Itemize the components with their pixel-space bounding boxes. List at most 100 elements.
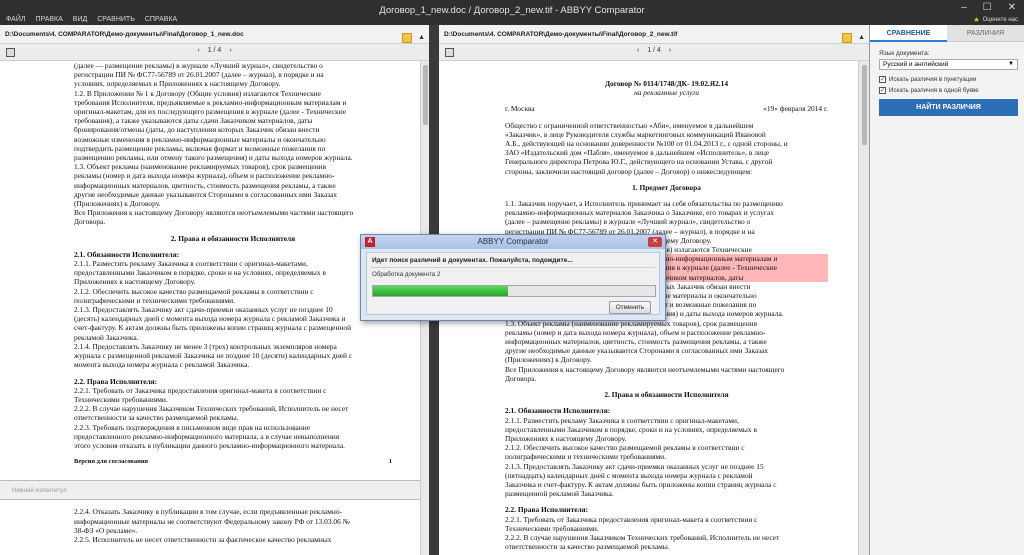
single-letter-checkbox-row[interactable]: ✓ Искать различия в одной букве [879,87,1024,94]
prev-page-icon[interactable]: ‹ [197,47,199,54]
document-line: 2.1.1. Разместить рекламу Заказчика в со… [505,415,739,425]
menu-compare[interactable]: СРАВНИТЬ [97,14,135,25]
progress-bar-fill [373,286,509,296]
punctuation-checkbox-row[interactable]: ✓ Искать различия в пунктуации [879,76,1024,83]
document-line: 1.3. Объект рекламы (наименование реклам… [74,162,327,172]
document-line: предоставленного рекламно-информационног… [74,431,340,441]
document-line: информационных материалов, цветность, ст… [74,180,336,190]
right-page-indicator: 1 / 4 [647,47,661,54]
maximize-button[interactable]: ☐ [983,2,992,13]
close-button[interactable]: ✕ [1008,2,1016,13]
left-nav-bar: ‹ 1 / 4 › [0,44,429,61]
language-label: Язык документа: [879,50,930,57]
document-line: требования), а также указываются даты сд… [74,116,313,126]
contract-city: г. Москва [505,104,535,114]
document-line: журнала с размещенной рекламой Заказчика… [74,351,353,361]
rate-us[interactable]: ★ Оцените нас [973,16,1018,24]
menu-help[interactable]: СПРАВКА [145,14,177,25]
document-line: (Приложениях) к Договору. [505,355,592,365]
document-line: ЗАО «Издательский дом «Пабля», именуемое… [505,148,770,158]
document-line: «Заказчик», в лице Руководителя службы м… [505,129,766,139]
document-line: информационные материалы не соответствую… [74,516,350,526]
document-line: 38-ФЗ «О рекламе». [74,525,138,535]
app-window: Договор_1_new.doc / Договор_2_new.tif - … [0,0,1024,555]
next-page-icon[interactable]: › [229,47,231,54]
progress-bar [372,285,656,297]
document-line: 2.1. Обязанности Исполнителя: [74,249,180,259]
document-line: 2.1.3. Предоставлять Заказчику акт сдачи… [74,305,333,315]
document-line: другие необходимые данные указываются Ст… [505,346,769,356]
document-line: 2.2.4. Отказать Заказчику в публикации в… [74,507,342,517]
document-line: рекламы (номер и дата выхода номера журн… [74,171,335,181]
save-icon[interactable] [445,48,454,57]
right-nav-bar: ‹ 1 / 4 › [439,44,869,61]
document-line: рекламой Заказчика. [74,332,139,342]
chevron-down-icon: ▼ [1008,61,1014,67]
page-footer: Версия для согласования 1 [74,457,392,466]
document-line: регистрации ПИ № ФС77-56789 от 26.01.200… [74,70,324,80]
dialog-close-button[interactable]: ✕ [648,237,662,247]
dialog-title: ABBYY Comparator [477,237,549,246]
find-differences-button[interactable]: НАЙТИ РАЗЛИЧИЯ [879,99,1018,116]
dialog-divider [371,267,655,268]
document-line: другие необходимые данные указываются Ст… [74,189,338,199]
contract-date: «19» февраля 2014 г. [763,104,828,114]
tab-differences[interactable]: РАЗЛИЧИЯ [947,25,1024,42]
cancel-button[interactable]: Отменить [609,301,651,314]
document-line: возможные изменения в рекламно-информаци… [74,134,326,144]
right-scrollbar[interactable] [858,61,869,555]
document-line: условиях, определяемых в Приложениях к н… [74,79,281,89]
left-document-text: (далее — размещение рекламы) в журнале «… [0,61,420,544]
minimize-button[interactable]: – [961,2,967,13]
document-line: 2. Права и обязанности Исполнителя [170,233,296,243]
right-path-bar: D:\Documents\4. COMPARATOR\Демо-документ… [439,25,869,44]
document-line: 1. Предмет Договора [632,182,701,192]
menu-bar: ФАЙЛ ПРАВКА ВИД СРАВНИТЬ СПРАВКА [0,14,177,25]
punctuation-checkbox[interactable]: ✓ [879,76,886,83]
left-scrollbar-thumb[interactable] [423,65,428,125]
footer-page-number: 1 [388,458,392,466]
open-folder-icon[interactable] [402,32,413,43]
left-path-bar: D:\Documents\4. COMPARATOR\Демо-документ… [0,25,429,44]
document-line: информационных материалов, цветность, ст… [505,337,767,347]
document-line: 2.2. Права Исполнителя: [505,505,589,515]
punctuation-checkbox-label: Искать различия в пунктуации [889,76,977,83]
single-letter-checkbox[interactable]: ✓ [879,87,886,94]
document-line: 2. Права и обязанности Исполнителя [604,390,729,400]
document-line: 2.2.1. Требовать от Заказчика предоставл… [74,385,327,395]
left-page-indicator: 1 / 4 [207,47,222,54]
document-line: рекламно-информационных материалов Заказ… [505,208,774,218]
tab-compare[interactable]: СРАВНЕНИЕ [870,25,947,42]
menu-file[interactable]: ФАЙЛ [6,14,25,25]
progress-dialog: A ABBYY Comparator ✕ Идет поиск различий… [360,234,666,321]
menu-edit[interactable]: ПРАВКА [35,14,62,25]
prev-page-icon[interactable]: ‹ [637,47,639,54]
panel-tabs: СРАВНЕНИЕ РАЗЛИЧИЯ [870,25,1024,42]
document-line: подтвердить размещение рекламы, включая … [74,143,326,153]
document-line: 2.1.3. Предоставлять Заказчику акт сдачи… [505,461,764,471]
menu-view[interactable]: ВИД [73,14,87,25]
document-line: требования Исполнителя, предъявляемые к … [74,97,347,107]
next-page-icon[interactable]: › [669,47,671,54]
star-icon: ★ [973,17,980,24]
document-line: полиграфическими и техническими требован… [505,452,666,462]
document-line: (далее – размещение рекламы) в журнале «… [505,217,751,227]
single-letter-checkbox-label: Искать различия в одной букве [889,87,979,94]
open-folder-icon[interactable] [842,32,853,43]
document-line: 2.1.4. Предоставлять Заказчику не менее … [74,341,337,351]
dialog-title-bar[interactable]: A ABBYY Comparator ✕ [361,235,665,249]
document-line: 2.1.2. Обеспечить высокое качество разме… [505,443,745,453]
left-page-nav: ‹ 1 / 4 › [197,47,231,54]
language-select[interactable]: Русский и английский ▼ [879,59,1018,70]
right-scrollbar-thumb[interactable] [862,65,867,145]
document-line: 2.2.5. Исполнитель не несет ответственно… [74,534,332,544]
document-line: Общество с ограниченной ответственностью… [505,120,754,130]
save-icon[interactable] [6,48,15,57]
document-line: Техническими требованиями. [505,523,599,533]
